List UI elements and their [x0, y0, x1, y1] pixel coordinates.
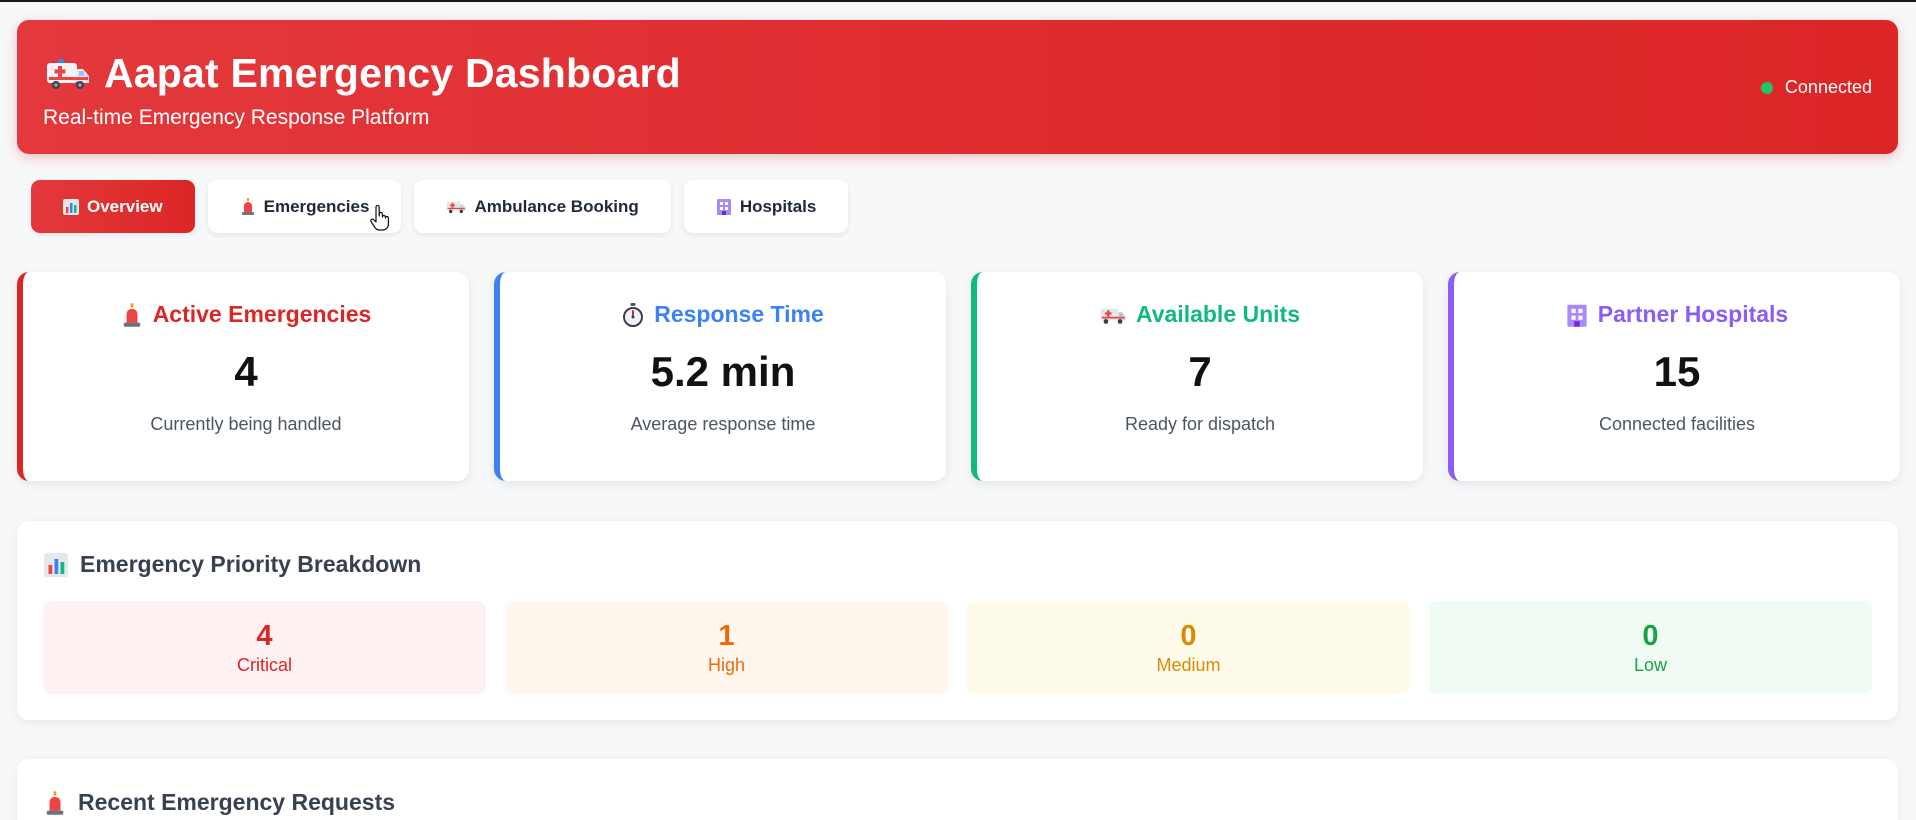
priority-critical: 4 Critical	[43, 601, 486, 694]
stat-title: Available Units	[1100, 301, 1300, 328]
stat-value: 15	[1653, 348, 1701, 395]
page-title: Aapat Emergency Dashboard	[46, 50, 681, 97]
chart-icon	[44, 552, 68, 577]
page-subtitle: Real-time Emergency Response Platform	[43, 106, 430, 129]
stat-title-text: Response Time	[654, 301, 824, 327]
stat-card-partner-hospitals: Partner Hospitals 15 Connected facilitie…	[1448, 272, 1900, 481]
panel-title-text: Recent Emergency Requests	[78, 789, 396, 815]
panel-title: Recent Emergency Requests	[44, 789, 395, 816]
recent-requests-panel: Recent Emergency Requests	[17, 759, 1898, 820]
priority-cards: 4 Critical 1 High 0 Medium 0 Low	[43, 601, 1872, 694]
priority-medium: 0 Medium	[967, 601, 1410, 694]
priority-label: Medium	[1156, 654, 1221, 675]
priority-high: 1 High	[505, 601, 948, 694]
ambulance-icon	[47, 58, 89, 89]
priority-label: Low	[1633, 654, 1668, 675]
siren-icon	[123, 302, 140, 327]
status-text: Connected	[1784, 77, 1872, 97]
stat-title: Partner Hospitals	[1566, 301, 1788, 328]
hospital-icon	[1567, 304, 1587, 327]
priority-count: 4	[256, 619, 273, 652]
tab-ambulance-booking[interactable]: Ambulance Booking	[414, 180, 671, 233]
ambulance-icon	[447, 201, 466, 214]
tab-label: Overview	[87, 196, 163, 216]
tab-hospitals[interactable]: Hospitals	[683, 180, 849, 233]
stat-card-active-emergencies: Active Emergencies 4 Currently being han…	[17, 272, 469, 481]
stats-row: Active Emergencies 4 Currently being han…	[17, 272, 1900, 481]
tab-label: Hospitals	[739, 196, 817, 216]
stat-description: Currently being handled	[150, 414, 342, 434]
stat-description: Ready for dispatch	[1124, 414, 1276, 434]
stopwatch-icon	[623, 302, 644, 327]
connection-status: Connected	[1760, 77, 1872, 98]
priority-label: High	[707, 654, 746, 675]
status-dot-icon	[1760, 81, 1773, 94]
stat-value: 7	[1188, 348, 1212, 395]
tab-label: Emergencies	[263, 196, 370, 216]
siren-icon	[46, 790, 64, 815]
tab-label: Ambulance Booking	[474, 196, 639, 216]
priority-count: 1	[718, 619, 735, 652]
panel-title: Emergency Priority Breakdown	[44, 551, 421, 578]
chart-icon	[63, 198, 79, 215]
ambulance-icon	[1100, 308, 1126, 324]
stat-title-text: Partner Hospitals	[1597, 301, 1789, 327]
stat-description: Connected facilities	[1598, 414, 1756, 434]
priority-count: 0	[1180, 619, 1197, 652]
priority-label: Critical	[236, 654, 292, 675]
title-text: Aapat Emergency Dashboard	[104, 50, 681, 96]
siren-icon	[241, 198, 254, 215]
hand-pointer-icon	[370, 205, 389, 231]
stat-description: Average response time	[630, 414, 816, 434]
stat-title: Response Time	[622, 301, 824, 328]
stat-title-text: Active Emergencies	[152, 301, 372, 327]
priority-low: 0 Low	[1429, 601, 1872, 694]
priority-count: 0	[1642, 619, 1659, 652]
window-top-border	[0, 0, 1916, 2]
stat-title: Active Emergencies	[121, 301, 372, 328]
stat-card-available-units: Available Units 7 Ready for dispatch	[971, 272, 1423, 481]
stat-value: 5.2 min	[650, 348, 796, 395]
nav-tabs: Overview Emergencies Ambulance Booking H…	[31, 180, 849, 233]
panel-title-text: Emergency Priority Breakdown	[80, 551, 422, 577]
dashboard-header: Aapat Emergency Dashboard Real-time Emer…	[17, 20, 1898, 154]
hospital-icon	[716, 199, 731, 215]
stat-value: 4	[234, 348, 258, 395]
stat-title-text: Available Units	[1135, 301, 1301, 327]
tab-overview[interactable]: Overview	[31, 180, 195, 233]
priority-breakdown-panel: Emergency Priority Breakdown 4 Critical …	[17, 521, 1898, 720]
stat-card-response-time: Response Time 5.2 min Average response t…	[494, 272, 946, 481]
